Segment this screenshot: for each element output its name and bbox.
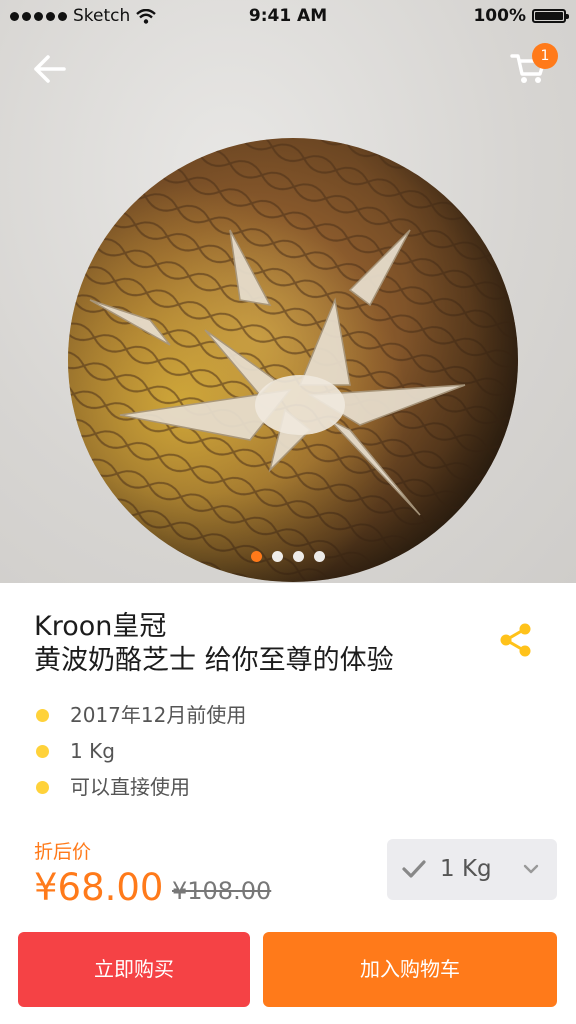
share-icon[interactable] (496, 620, 536, 660)
product-title-line1: Kroon皇冠 (34, 611, 167, 642)
original-price: ¥108.00 (172, 877, 272, 905)
pineapple-image (68, 138, 518, 582)
arrow-left-icon[interactable] (28, 48, 70, 90)
add-to-cart-button[interactable]: 加入购物车 (263, 932, 557, 1007)
feature-item: 2017年12月前使用 (36, 697, 246, 733)
current-price: ¥68.00 (34, 866, 164, 909)
discount-price-label: 折后价 (34, 841, 92, 863)
status-bar: Sketch 9:41 AM 100% (0, 0, 576, 34)
product-title-line2: 黄波奶酪芝士 给你至尊的体验 (34, 645, 394, 676)
chevron-down-icon (523, 864, 539, 874)
buy-now-button[interactable]: 立即购买 (18, 932, 250, 1007)
carousel-dot[interactable] (314, 551, 325, 562)
cart-count-badge: 1 (532, 43, 558, 69)
feature-item: 1 Kg (36, 733, 246, 769)
spec-select[interactable]: 1 Kg (387, 839, 557, 900)
check-icon (402, 860, 426, 878)
feature-list: 2017年12月前使用 1 Kg 可以直接使用 (36, 697, 246, 805)
product-image-carousel[interactable]: Sketch 9:41 AM 100% 1 (0, 0, 576, 583)
carousel-indicators (0, 551, 576, 562)
carousel-dot[interactable] (272, 551, 283, 562)
carousel-dot[interactable] (293, 551, 304, 562)
feature-item: 可以直接使用 (36, 769, 246, 805)
battery-percent: 100% (473, 6, 526, 26)
spec-selected-value: 1 Kg (440, 856, 492, 882)
battery-icon (532, 9, 569, 23)
carousel-dot[interactable] (251, 551, 262, 562)
product-title: Kroon皇冠 黄波奶酪芝士 给你至尊的体验 (34, 610, 474, 678)
